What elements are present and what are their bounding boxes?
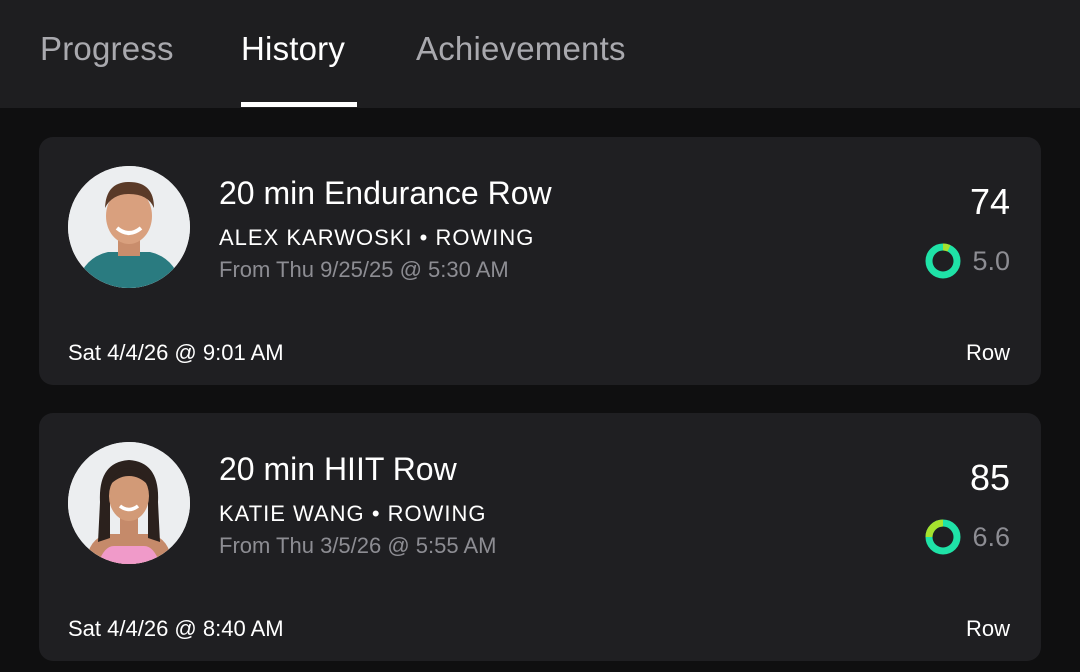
class-original-date: From Thu 3/5/26 @ 5:55 AM (219, 533, 497, 558)
tab-history[interactable]: History (241, 30, 345, 68)
tab-progress[interactable]: Progress (40, 30, 174, 68)
instructor-name: ALEX KARWOSKI (219, 225, 413, 250)
workout-card[interactable]: 20 min Endurance Row ALEX KARWOSKI • ROW… (39, 137, 1041, 385)
workout-subtitle: ALEX KARWOSKI • ROWING (219, 225, 534, 251)
workout-title: 20 min Endurance Row (219, 175, 552, 211)
instructor-name: KATIE WANG (219, 501, 365, 526)
activity-ring-icon (925, 519, 961, 555)
instructor-avatar-icon (68, 442, 190, 564)
workout-score: 85 (969, 457, 1010, 498)
workout-date: Sat 4/4/26 @ 9:01 AM (68, 340, 284, 365)
workout-card[interactable]: 20 min HIIT Row KATIE WANG • ROWING From… (39, 413, 1041, 661)
rating-group: 6.6 (924, 517, 1010, 557)
workout-discipline: Row (965, 616, 1010, 641)
workout-title: 20 min HIIT Row (219, 451, 457, 487)
rating-group: 5.0 (924, 241, 1010, 281)
instructor-avatar-icon (68, 166, 190, 288)
workout-date: Sat 4/4/26 @ 8:40 AM (68, 616, 284, 641)
separator-dot: • (419, 225, 429, 250)
active-tab-indicator (241, 102, 357, 107)
workout-score: 74 (969, 181, 1010, 222)
rating-value: 6.6 (972, 521, 1010, 552)
activity-ring-icon (925, 243, 961, 279)
class-original-date: From Thu 9/25/25 @ 5:30 AM (219, 257, 509, 282)
workout-discipline: Row (965, 340, 1010, 365)
workout-subtitle: KATIE WANG • ROWING (219, 501, 487, 527)
tab-bar: Progress History Achievements (0, 0, 1080, 108)
workout-category: ROWING (387, 501, 487, 526)
tab-achievements[interactable]: Achievements (416, 30, 626, 68)
separator-dot: • (371, 501, 381, 526)
rating-value: 5.0 (972, 245, 1010, 276)
workout-category: ROWING (435, 225, 535, 250)
